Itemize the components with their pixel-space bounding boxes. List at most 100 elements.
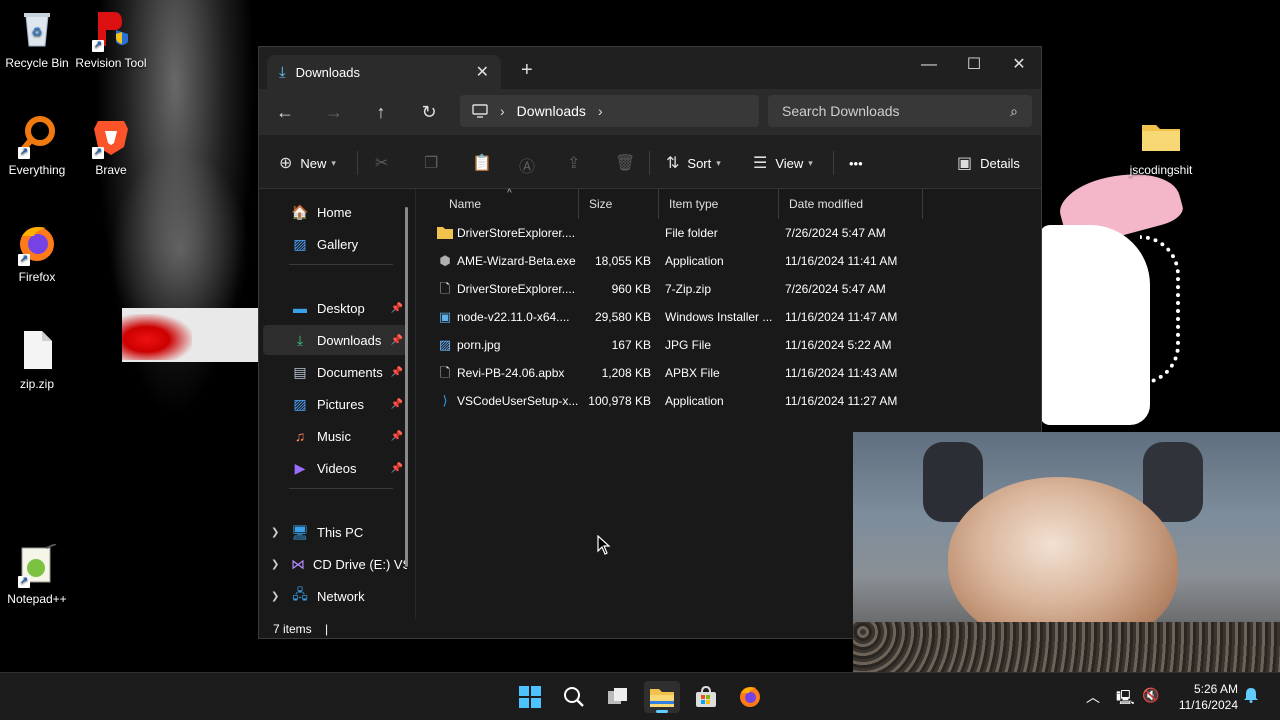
start-button[interactable] (512, 681, 548, 713)
tab-close-icon[interactable]: ✕ (476, 62, 489, 82)
taskbar-file-explorer[interactable] (644, 681, 680, 713)
sidebar-item-gallery[interactable]: ▨ Gallery (263, 229, 407, 259)
pin-icon[interactable]: 📌 (391, 335, 403, 346)
sort-label: Sort (687, 155, 712, 171)
forward-button[interactable]: → (320, 99, 348, 125)
column-header-name[interactable]: Name ^ (439, 188, 579, 219)
minimize-button[interactable]: — (906, 51, 952, 79)
show-hidden-icons-button[interactable]: ︿ (1086, 687, 1100, 707)
sort-ascending-icon: ^ (507, 188, 512, 199)
taskbar-firefox[interactable] (732, 681, 768, 713)
rename-icon[interactable]: Ⓐ (519, 153, 535, 177)
details-button[interactable]: ▣ Details (957, 153, 1020, 173)
desktop-icon-label: Firefox (18, 270, 56, 284)
desktop-icon-jscodingshit[interactable]: jscodingshit (1124, 115, 1198, 177)
title-bar[interactable]: ⤓ Downloads ✕ + — ☐ ✕ (259, 47, 1041, 89)
sidebar-item-videos[interactable]: ▶ Videos 📌 (263, 453, 407, 483)
search-icon (564, 687, 584, 707)
more-options-button[interactable]: ••• (849, 153, 863, 173)
pin-icon[interactable]: 📌 (391, 463, 403, 474)
sidebar-item-documents[interactable]: ▤ Documents 📌 (263, 357, 407, 387)
tab-downloads[interactable]: ⤓ Downloads ✕ (267, 55, 501, 89)
clock[interactable]: 5:26 AM 11/16/2024 (1170, 681, 1238, 713)
file-row[interactable]: DriverStoreExplorer.... File folder 7/26… (429, 219, 929, 247)
desktop-icon-firefox[interactable]: ↗ Firefox (0, 222, 74, 284)
search-placeholder: Search Downloads (782, 103, 900, 119)
new-button[interactable]: ⊕ New ▾ (279, 153, 336, 173)
file-row[interactable]: 🗋 Revi-PB-24.06.apbx 1,208 KB APBX File … (429, 359, 929, 387)
column-header-type[interactable]: Item type (659, 189, 779, 219)
pin-icon[interactable]: 📌 (391, 367, 403, 378)
delete-icon[interactable]: 🗑 (615, 153, 635, 173)
share-icon[interactable]: ⇪ (567, 153, 580, 173)
network-status-icon[interactable]: 🖳 (1116, 687, 1135, 711)
new-tab-button[interactable]: + (521, 59, 533, 82)
desktop-icon-label: Revision Tool (75, 56, 147, 70)
tab-label: Downloads (295, 64, 360, 80)
desktop-icon-label: Recycle Bin (5, 56, 69, 70)
visual-studio-icon: ⋈ (291, 555, 305, 572)
file-row[interactable]: ▣ node-v22.11.0-x64.... 29,580 KB Window… (429, 303, 929, 331)
desktop-icon-everything[interactable]: ↗ Everything (0, 115, 74, 177)
copy-icon[interactable]: ❐ (424, 153, 438, 173)
task-view-button[interactable] (600, 681, 636, 713)
desktop-icon-label: Brave (95, 163, 127, 177)
view-button[interactable]: ☰ View ▾ (753, 153, 813, 173)
column-header-date[interactable]: Date modified (779, 189, 923, 219)
close-button[interactable]: ✕ (996, 51, 1042, 79)
maximize-button[interactable]: ☐ (951, 51, 997, 79)
sidebar-item-music[interactable]: ♫ Music 📌 (263, 421, 407, 451)
file-row[interactable]: ▨ porn.jpg 167 KB JPG File 11/16/2024 5:… (429, 331, 929, 359)
recycle-bin-icon: ♻ (16, 8, 58, 50)
column-header-size[interactable]: Size (579, 189, 659, 219)
pin-icon[interactable]: 📌 (391, 399, 403, 410)
pin-icon[interactable]: 📌 (391, 303, 403, 314)
file-row[interactable]: ⟩ VSCodeUserSetup-x... 100,978 KB Applic… (429, 387, 929, 415)
refresh-button[interactable]: ↻ (415, 99, 443, 125)
brave-lion-icon: ↗ (90, 115, 132, 159)
desktop-icon-recycle-bin[interactable]: ♻ Recycle Bin (0, 8, 74, 70)
item-count: 7 items (273, 622, 312, 636)
search-icon: ⌕ (1010, 102, 1018, 119)
desktop-icon-revision-tool[interactable]: ↗ Revision Tool (74, 8, 148, 70)
chevron-right-icon[interactable]: ❯ (271, 559, 279, 570)
search-button[interactable] (556, 681, 592, 713)
music-icon: ♫ (294, 428, 306, 444)
paste-icon[interactable]: 📋 (472, 153, 492, 173)
sidebar-item-desktop[interactable]: ▬ Desktop 📌 (263, 293, 407, 323)
desktop-icon-zip[interactable]: zip.zip (0, 329, 74, 391)
file-row[interactable]: ⬢ AME-Wizard-Beta.exe 18,055 KB Applicat… (429, 247, 929, 275)
desktop-icon-notepadpp[interactable]: ↗ Notepad++ (0, 543, 74, 606)
chevron-right-icon[interactable]: › (598, 103, 603, 119)
sidebar-item-downloads[interactable]: ⤓ Downloads 📌 (263, 325, 407, 355)
document-icon (16, 329, 58, 371)
pink-character-wallpaper (1040, 160, 1190, 425)
sort-icon: ⇅ (666, 155, 680, 172)
sidebar-item-this-pc[interactable]: ❯ 🖥 This PC (263, 517, 407, 547)
sidebar-item-pictures[interactable]: ▨ Pictures 📌 (263, 389, 407, 419)
exe-icon: ⬢ (439, 253, 451, 268)
address-bar[interactable]: › Downloads › (460, 95, 759, 127)
sidebar-scrollbar[interactable] (405, 207, 408, 567)
search-input[interactable]: Search Downloads ⌕ (768, 95, 1032, 127)
document-icon: 🗋 (439, 281, 451, 296)
taskbar-microsoft-store[interactable] (688, 681, 724, 713)
desktop-icon-brave[interactable]: ↗ Brave (74, 115, 148, 177)
pin-icon[interactable]: 📌 (391, 431, 403, 442)
sidebar-item-cd-drive[interactable]: ❯ ⋈ CD Drive (E:) VSz (263, 549, 407, 579)
desktop-folder-icon: ▬ (293, 300, 307, 316)
plus-circle-icon: ⊕ (279, 155, 293, 172)
breadcrumb-downloads[interactable]: Downloads (517, 103, 586, 119)
notification-bell-icon[interactable] (1244, 687, 1258, 706)
back-button[interactable]: ← (271, 99, 299, 125)
up-button[interactable]: ↑ (367, 99, 395, 125)
desktop-icon-label: jscodingshit (1129, 163, 1193, 177)
chevron-right-icon[interactable]: ❯ (271, 527, 279, 538)
volume-muted-icon[interactable]: 🔇 (1142, 687, 1159, 704)
cut-icon[interactable]: ✂ (375, 153, 388, 173)
sidebar-item-network[interactable]: ❯ 🖧 Network (263, 581, 407, 611)
sidebar-item-home[interactable]: 🏠 Home (263, 197, 407, 227)
file-row[interactable]: 🗋 DriverStoreExplorer.... 960 KB 7-Zip.z… (429, 275, 929, 303)
chevron-right-icon[interactable]: ❯ (271, 591, 279, 602)
sort-button[interactable]: ⇅ Sort ▾ (666, 153, 721, 173)
